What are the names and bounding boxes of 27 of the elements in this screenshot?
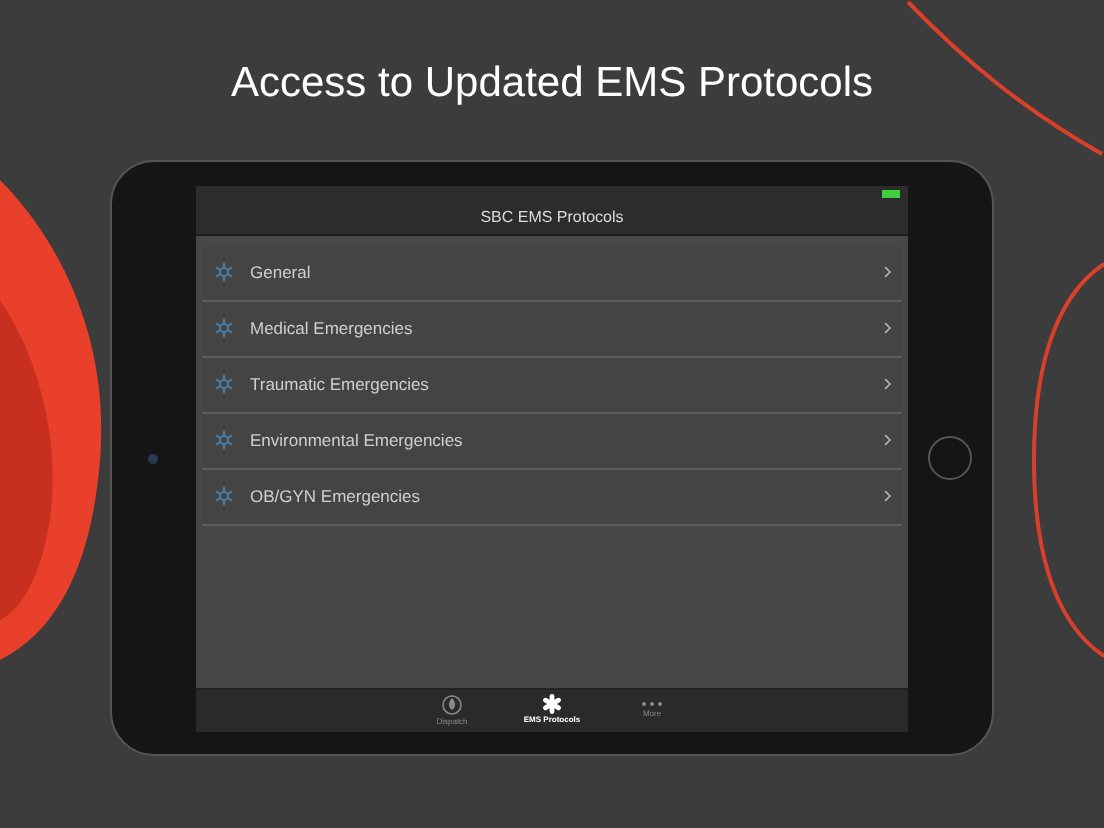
- row-label: Environmental Emergencies: [250, 427, 465, 453]
- battery-icon: [882, 190, 900, 198]
- chevron-icon: [884, 322, 892, 334]
- row-label: Traumatic Emergencies: [250, 371, 431, 397]
- flame-icon: [442, 693, 462, 715]
- list-row[interactable]: Traumatic Emergencies: [202, 357, 902, 413]
- asterisk-icon: [214, 430, 234, 450]
- chevron-icon: [884, 490, 892, 502]
- asterisk-icon: [214, 318, 234, 338]
- chevron-icon: [884, 266, 892, 278]
- asterisk-icon: [542, 694, 562, 714]
- row-label: General: [250, 259, 313, 285]
- list-row[interactable]: Environmental Emergencies: [202, 413, 902, 469]
- more-dots-icon: [640, 700, 664, 708]
- row-label: Medical Emergencies: [250, 315, 415, 341]
- chevron-icon: [884, 434, 892, 446]
- list-row[interactable]: OB/GYN Emergencies: [202, 469, 902, 525]
- asterisk-icon: [214, 374, 234, 394]
- list-row[interactable]: Medical Emergencies: [202, 301, 902, 357]
- asterisk-icon: [214, 262, 234, 282]
- nav-title: SBC EMS Protocols: [480, 206, 624, 230]
- asterisk-icon: [214, 486, 234, 506]
- camera-icon: [148, 454, 158, 464]
- headline: Access to Updated EMS Protocols: [231, 58, 873, 110]
- row-label: OB/GYN Emergencies: [250, 483, 423, 509]
- home-button[interactable]: [928, 436, 972, 480]
- chevron-icon: [884, 378, 892, 390]
